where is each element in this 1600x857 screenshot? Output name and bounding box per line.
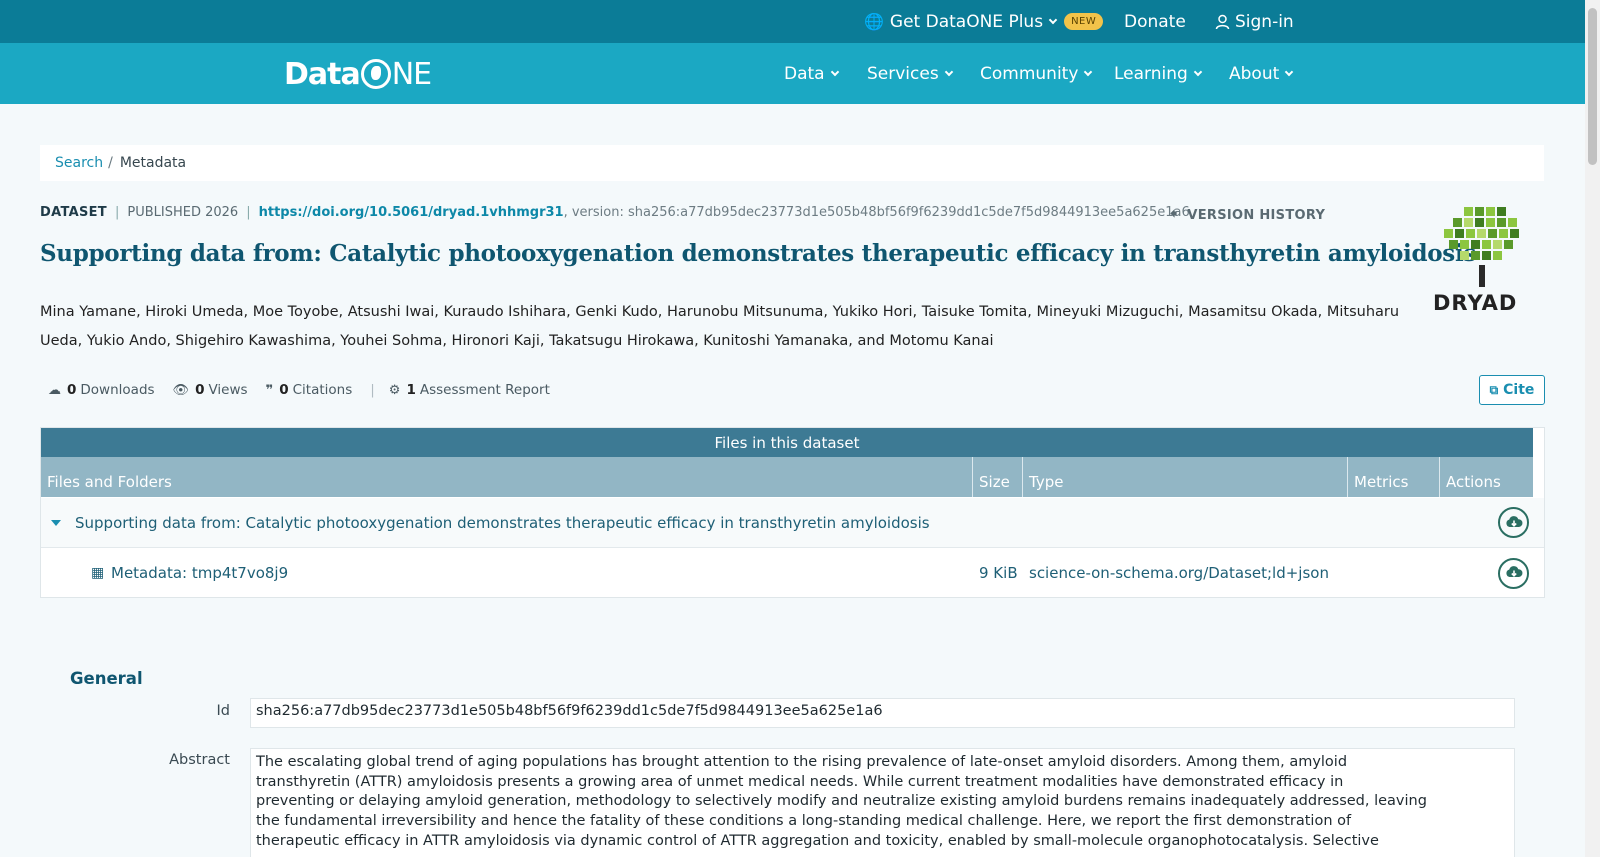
eye-icon: 👁 <box>172 382 190 398</box>
folder-name[interactable]: Supporting data from: Catalytic photooxy… <box>75 514 930 532</box>
cite-button[interactable]: ⧉ Cite <box>1479 375 1545 405</box>
file-size: 9 KiB <box>979 564 1018 582</box>
views-stat[interactable]: 👁 0 Views <box>173 382 248 398</box>
column-header-actions[interactable]: Actions <box>1440 457 1533 497</box>
get-dataone-plus-label: Get DataONE Plus <box>889 11 1044 32</box>
caret-down-icon[interactable] <box>51 519 61 526</box>
dryad-logo[interactable]: DRYAD <box>1430 207 1538 317</box>
user-icon <box>1215 14 1230 29</box>
top-utility-bar: 🌐 Get DataONE Plus NEW Donate Sign-in <box>0 0 1585 43</box>
abstract-line: transthyretin (ATTR) amyloidosis present… <box>256 773 1344 790</box>
file-type: science-on-schema.org/Dataset;ld+json <box>1029 564 1329 582</box>
breadcrumb-search-link[interactable]: Search <box>55 155 103 171</box>
assessment-report-stat[interactable]: ⚙ 1 Assessment Report <box>389 382 550 398</box>
donate-link[interactable]: Donate <box>1124 0 1186 43</box>
files-table: Files in this dataset Files and Folders … <box>40 427 1545 598</box>
download-folder-button[interactable] <box>1498 507 1529 538</box>
get-dataone-plus-menu[interactable]: 🌐 Get DataONE Plus NEW <box>864 0 1104 43</box>
chevron-down-icon <box>1193 67 1203 76</box>
chevron-down-icon <box>830 67 839 76</box>
id-label: Id <box>216 703 230 719</box>
table-icon: ▦ <box>91 565 105 581</box>
version-text: , version: sha256:a77db95dec23773d1e505b… <box>563 204 1190 220</box>
dataset-title: Supporting data from: Catalytic photooxy… <box>40 240 1477 267</box>
version-history-label: VERSION HISTORY <box>1187 207 1326 223</box>
dataset-type-label: DATASET <box>40 204 107 220</box>
nav-about[interactable]: About <box>1229 43 1294 104</box>
abstract-line: the fundamental irreversibility and henc… <box>256 813 1352 830</box>
files-table-columns: Files and Folders Size Type Metrics Acti… <box>41 457 1533 497</box>
main-navbar: Data NE Data Services Community Learning … <box>0 43 1585 104</box>
table-row-file[interactable]: ▦ Metadata: tmp4t7vo8j9 9 KiB science-on… <box>41 548 1544 598</box>
chevron-down-icon <box>1285 67 1294 76</box>
nav-community[interactable]: Community <box>980 43 1093 104</box>
dataset-stats: ☁ 0 Downloads 👁 0 Views ❞ 0 Citations | … <box>48 382 550 398</box>
breadcrumb-separator: / <box>108 155 113 171</box>
gauge-icon: ⚙ <box>388 382 401 398</box>
cloud-download-icon: ☁ <box>48 382 61 398</box>
breadcrumb: Search / Metadata <box>40 145 1544 181</box>
dryad-wordmark: DRYAD <box>1433 291 1518 315</box>
id-value: sha256:a77db95dec23773d1e505b48bf56f9f62… <box>250 698 1515 728</box>
sign-in-label: Sign-in <box>1235 11 1294 32</box>
nav-services[interactable]: Services <box>867 43 953 104</box>
sign-in-link[interactable]: Sign-in <box>1215 0 1294 43</box>
citations-stat[interactable]: ❞ 0 Citations <box>266 382 353 398</box>
scrollbar-thumb[interactable] <box>1588 8 1597 165</box>
column-header-type[interactable]: Type <box>1023 457 1348 497</box>
column-header-files[interactable]: Files and Folders <box>41 457 973 497</box>
logo-globe-icon <box>360 59 391 89</box>
breadcrumb-current: Metadata <box>119 155 187 171</box>
cloud-download-icon <box>1505 515 1522 527</box>
file-name[interactable]: Metadata: tmp4t7vo8j9 <box>111 564 288 582</box>
new-badge: NEW <box>1064 13 1104 30</box>
dataone-logo[interactable]: Data NE <box>284 57 432 92</box>
doi-link[interactable]: https://doi.org/10.5061/dryad.1vhhmgr31 <box>259 205 564 220</box>
download-file-button[interactable] <box>1498 557 1529 589</box>
abstract-line: therapeutic efficacy in ATTR amyloidosis… <box>256 832 1379 849</box>
dataset-authors: Mina Yamane, Hiroki Umeda, Moe Toyobe, A… <box>40 304 1400 349</box>
donate-label: Donate <box>1124 11 1186 32</box>
downloads-stat[interactable]: ☁ 0 Downloads <box>48 382 155 398</box>
files-table-heading: Files in this dataset <box>41 428 1533 457</box>
chevron-down-icon <box>1084 67 1093 76</box>
table-row-folder[interactable]: Supporting data from: Catalytic photooxy… <box>41 498 1544 548</box>
arrow-left-icon: 🠸 <box>1170 206 1178 222</box>
abstract-label: Abstract <box>169 752 230 768</box>
abstract-line: preventing or delaying amyloid generatio… <box>256 793 1427 810</box>
chevron-down-icon <box>944 67 953 76</box>
quote-icon: ❞ <box>265 382 274 398</box>
globe-icon: 🌐 <box>864 12 884 31</box>
nav-learning[interactable]: Learning <box>1114 43 1203 104</box>
general-section-title: General <box>70 669 143 688</box>
version-history-button[interactable]: 🠸 VERSION HISTORY <box>1170 203 1325 227</box>
dataset-meta-line: DATASET | PUBLISHED 2026 | https://doi.o… <box>40 204 1190 220</box>
column-header-metrics[interactable]: Metrics <box>1348 457 1440 497</box>
cloud-download-icon <box>1505 566 1522 577</box>
copy-icon: ⧉ <box>1489 382 1499 397</box>
published-label: PUBLISHED 2026 <box>127 204 239 220</box>
abstract-value: The escalating global trend of aging pop… <box>250 748 1515 857</box>
abstract-line: The escalating global trend of aging pop… <box>256 754 1348 770</box>
nav-data[interactable]: Data <box>784 43 839 104</box>
column-header-size[interactable]: Size <box>973 457 1023 497</box>
chevron-down-icon <box>1048 15 1058 24</box>
